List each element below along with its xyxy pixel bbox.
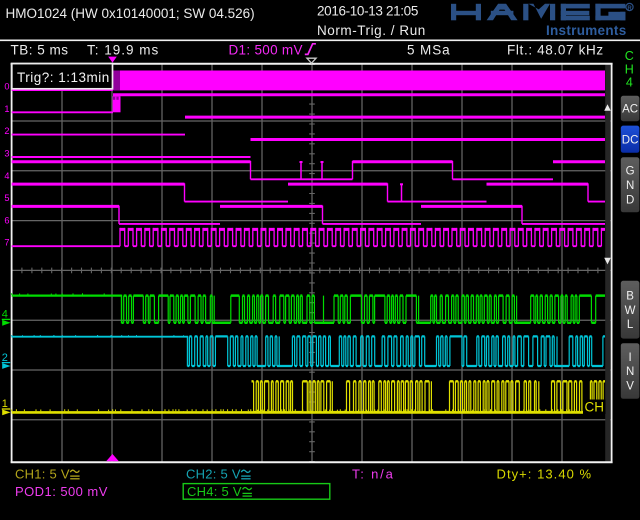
svg-text:D: D bbox=[626, 194, 634, 206]
svg-text:CH: CH bbox=[585, 400, 605, 415]
svg-text:T: n/a: T: n/a bbox=[352, 467, 395, 482]
svg-text:4: 4 bbox=[4, 171, 9, 181]
svg-text:B: B bbox=[626, 291, 634, 303]
svg-text:POD1: 500 mV: POD1: 500 mV bbox=[15, 484, 108, 499]
svg-text:D1: 500 mV: D1: 500 mV bbox=[229, 43, 303, 58]
svg-text:5 MSa: 5 MSa bbox=[407, 43, 451, 58]
svg-text:I: I bbox=[628, 352, 631, 364]
svg-text:2016-10-13 21:05: 2016-10-13 21:05 bbox=[317, 4, 418, 19]
svg-text:V: V bbox=[626, 381, 634, 393]
svg-text:0: 0 bbox=[4, 82, 9, 92]
svg-text:CH2: 5 V: CH2: 5 V bbox=[186, 467, 241, 482]
svg-text:3: 3 bbox=[4, 149, 9, 159]
svg-text:C: C bbox=[625, 49, 634, 63]
svg-text:TB: 5 ms: TB: 5 ms bbox=[11, 43, 69, 58]
svg-text:Trig?: 1:13min: Trig?: 1:13min bbox=[17, 70, 110, 85]
svg-text:2: 2 bbox=[4, 126, 9, 136]
svg-text:AC: AC bbox=[622, 104, 638, 116]
svg-text:W: W bbox=[625, 305, 636, 317]
svg-text:6: 6 bbox=[4, 215, 9, 225]
svg-text:L: L bbox=[627, 319, 634, 331]
svg-text:H: H bbox=[625, 62, 634, 76]
svg-text:T: 19.9 ms: T: 19.9 ms bbox=[87, 43, 159, 58]
svg-text:Instruments: Instruments bbox=[546, 23, 627, 38]
svg-text:Norm-Trig. / Run: Norm-Trig. / Run bbox=[317, 23, 426, 38]
svg-text:HMO1024 (HW 0x10140001; SW 04.: HMO1024 (HW 0x10140001; SW 04.526) bbox=[6, 6, 255, 21]
svg-text:R: R bbox=[627, 6, 632, 12]
svg-text:1: 1 bbox=[4, 104, 9, 114]
svg-text:N: N bbox=[626, 180, 634, 192]
svg-text:Flt.: 48.07 kHz: Flt.: 48.07 kHz bbox=[507, 43, 604, 58]
svg-text:CH4: 5 V: CH4: 5 V bbox=[187, 484, 242, 499]
svg-text:DC: DC bbox=[622, 134, 639, 146]
svg-text:G: G bbox=[626, 166, 635, 178]
svg-text:5: 5 bbox=[4, 193, 9, 203]
svg-text:N: N bbox=[626, 366, 634, 378]
svg-text:CH1: 5 V: CH1: 5 V bbox=[15, 467, 70, 482]
svg-text:4: 4 bbox=[626, 76, 633, 90]
svg-text:7: 7 bbox=[4, 238, 9, 248]
svg-text:Dty+: 13.40 %: Dty+: 13.40 % bbox=[497, 467, 593, 482]
